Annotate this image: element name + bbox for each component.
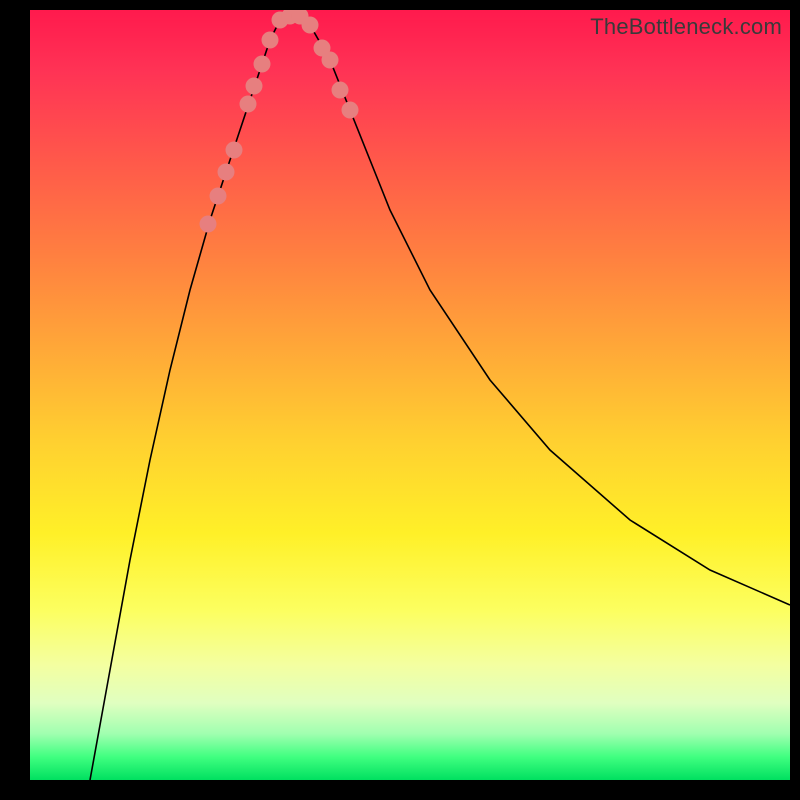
highlight-dot bbox=[226, 142, 243, 159]
highlight-dot bbox=[218, 164, 235, 181]
highlight-dot bbox=[332, 82, 349, 99]
highlight-dot bbox=[342, 102, 359, 119]
curve-svg bbox=[30, 10, 790, 780]
highlight-dot bbox=[302, 17, 319, 34]
plot-area: TheBottleneck.com bbox=[30, 10, 790, 780]
highlight-dot bbox=[240, 96, 257, 113]
highlight-dot bbox=[246, 78, 263, 95]
bottleneck-curve-path bbox=[90, 16, 790, 780]
highlight-dot bbox=[200, 216, 217, 233]
highlight-dot bbox=[322, 52, 339, 69]
highlight-dot bbox=[254, 56, 271, 73]
highlight-dots-group bbox=[200, 10, 359, 233]
highlight-dot bbox=[210, 188, 227, 205]
highlight-dot bbox=[262, 32, 279, 49]
chart-container: TheBottleneck.com bbox=[0, 0, 800, 800]
